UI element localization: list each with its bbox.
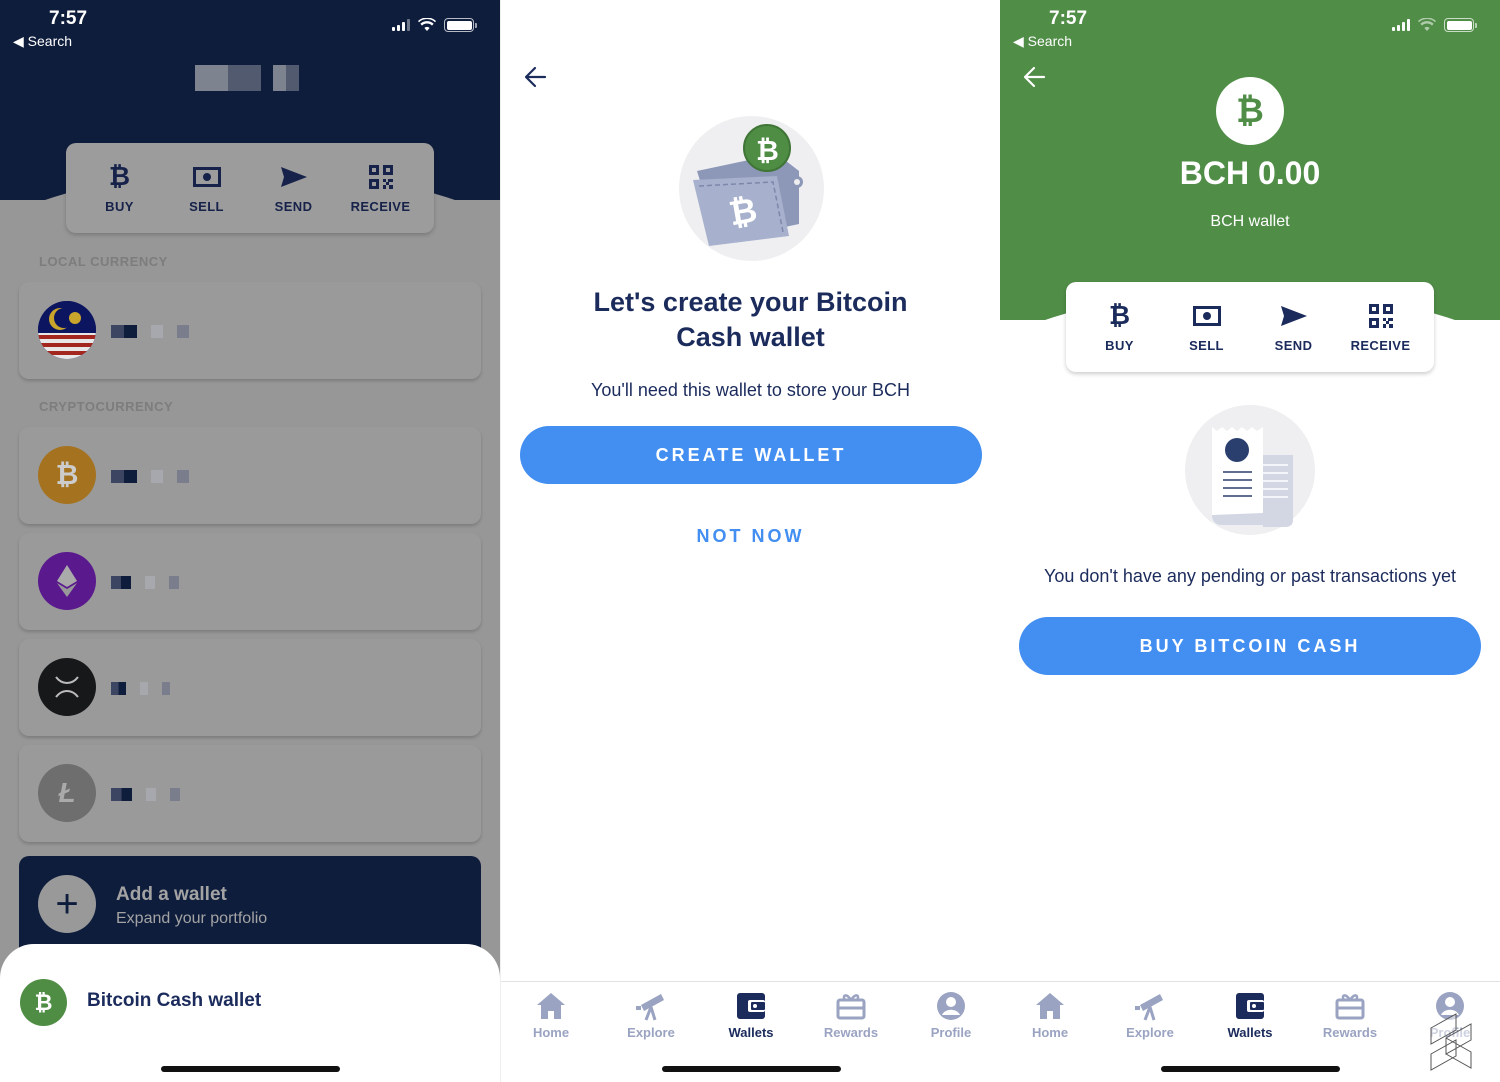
tab-wallets[interactable]: Wallets — [1200, 990, 1300, 1040]
receive-button[interactable]: RECEIVE — [341, 163, 421, 214]
svg-text:₿: ₿ — [756, 135, 779, 166]
tab-explore[interactable]: Explore — [1100, 990, 1200, 1040]
buy-button[interactable]: ₿ BUY — [1080, 300, 1160, 353]
sheet-item-bitcoin-cash[interactable]: ₿ Bitcoin Cash wallet — [0, 964, 500, 1040]
wifi-icon — [1418, 18, 1436, 31]
buy-button[interactable]: ₿ BUY — [80, 161, 160, 214]
xrp-coin-icon — [38, 658, 96, 716]
status-bar: 7:57 ◀ Search — [0, 0, 500, 56]
telescope-icon — [1134, 990, 1166, 1022]
qr-code-icon — [366, 163, 396, 191]
ethereum-coin-icon — [38, 552, 96, 610]
wallet-icon — [735, 990, 767, 1022]
wallets-screen: 7:57 ◀ Search ₿ BUY SELL SEND RECEIVE LO… — [0, 0, 500, 1082]
page-subtitle: You'll need this wallet to store your BC… — [591, 380, 910, 400]
page-title: Let's create your Bitcoin Cash wallet — [593, 287, 908, 352]
masked-total-balance — [195, 65, 299, 91]
home-indicator — [161, 1066, 340, 1072]
masked-balance — [111, 788, 180, 801]
bitcoin-cash-icon: ₿ — [20, 979, 67, 1026]
wallet-row-litecoin[interactable]: Ł — [19, 745, 481, 842]
sell-button[interactable]: SELL — [167, 163, 247, 214]
back-arrow-icon[interactable] — [523, 64, 549, 90]
malaysia-flag-icon — [38, 301, 96, 359]
receipt-illustration — [1185, 405, 1315, 535]
not-now-button[interactable]: NOT NOW — [501, 526, 1000, 547]
wallet-row-xrp[interactable] — [19, 639, 481, 736]
empty-state-message: You don't have any pending or past trans… — [1043, 566, 1457, 586]
litecoin-coin-icon: Ł — [38, 764, 96, 822]
gift-card-icon — [835, 990, 867, 1022]
masked-balance — [111, 470, 189, 483]
wallet-name: BCH wallet — [1210, 213, 1290, 230]
home-icon — [1034, 990, 1066, 1022]
create-wallet-screen: ₿ ₿ Let's create your Bitcoin Cash walle… — [500, 0, 1000, 1082]
battery-icon — [444, 18, 477, 32]
add-wallet-subtitle: Expand your portfolio — [116, 910, 268, 927]
masked-balance — [111, 576, 179, 589]
bch-wallet-screen: 7:57 ◀ Search ₿ BCH 0.00 BCH wallet ₿ BU… — [1000, 0, 1500, 1082]
back-to-search-link[interactable]: ◀ Search — [1013, 33, 1072, 50]
create-wallet-button[interactable]: CREATE WALLET — [520, 426, 982, 484]
banknote-icon — [192, 163, 222, 191]
section-label-local: LOCAL CURRENCY — [39, 254, 168, 269]
buy-bitcoin-cash-button[interactable]: BUY BITCOIN CASH — [1019, 617, 1481, 675]
sell-button[interactable]: SELL — [1167, 302, 1247, 353]
cellular-signal-icon — [392, 19, 410, 31]
banknote-icon — [1192, 302, 1222, 330]
masked-balance — [111, 682, 170, 695]
send-icon — [1279, 302, 1309, 330]
home-icon — [535, 990, 567, 1022]
plus-icon: + — [38, 875, 96, 933]
section-label-crypto: CRYPTOCURRENCY — [39, 399, 174, 414]
status-time: 7:57 — [1049, 8, 1088, 29]
send-icon — [279, 163, 309, 191]
quick-actions: ₿ BUY SELL SEND RECEIVE — [1066, 282, 1434, 372]
bitcoin-cash-icon: ₿ — [1216, 77, 1284, 145]
wallet-balance: BCH 0.00 — [1179, 155, 1321, 191]
wallet-icon — [1234, 990, 1266, 1022]
gift-card-icon — [1334, 990, 1366, 1022]
home-indicator — [662, 1066, 841, 1072]
tab-rewards[interactable]: Rewards — [801, 990, 901, 1040]
telescope-icon — [635, 990, 667, 1022]
wallet-row-local-currency[interactable] — [19, 282, 481, 379]
quick-actions: ₿ BUY SELL SEND RECEIVE — [66, 143, 434, 233]
add-wallet-sheet: ₿ Bitcoin Cash wallet — [0, 944, 500, 1082]
tab-profile[interactable]: Profile — [901, 990, 1000, 1040]
home-indicator — [1161, 1066, 1340, 1072]
bitcoin-coin-icon: ₿ — [38, 446, 96, 504]
back-arrow-icon[interactable] — [1022, 64, 1048, 90]
tab-wallets[interactable]: Wallets — [701, 990, 801, 1040]
tab-explore[interactable]: Explore — [601, 990, 701, 1040]
tab-home[interactable]: Home — [1000, 990, 1100, 1040]
bitcoin-icon: ₿ — [108, 161, 131, 191]
add-wallet-title: Add a wallet — [116, 884, 227, 905]
wallet-row-ethereum[interactable] — [19, 533, 481, 630]
bitcoin-icon: ₿ — [1108, 300, 1131, 330]
send-button[interactable]: SEND — [1254, 302, 1334, 353]
cellular-signal-icon — [1392, 19, 1410, 31]
status-time: 7:57 — [49, 8, 88, 29]
profile-icon — [1434, 990, 1466, 1022]
qr-code-icon — [1366, 302, 1396, 330]
receive-button[interactable]: RECEIVE — [1341, 302, 1421, 353]
tab-rewards[interactable]: Rewards — [1300, 990, 1400, 1040]
wifi-icon — [418, 18, 436, 31]
profile-icon — [935, 990, 967, 1022]
tab-home[interactable]: Home — [501, 990, 601, 1040]
send-button[interactable]: SEND — [254, 163, 334, 214]
status-bar: 7:57 ◀ Search — [1000, 0, 1500, 56]
wallet-row-bitcoin[interactable]: ₿ — [19, 427, 481, 524]
tab-profile[interactable]: Profile — [1400, 990, 1500, 1040]
back-to-search-link[interactable]: ◀ Search — [13, 33, 72, 50]
masked-balance — [111, 325, 189, 338]
wallet-illustration: ₿ ₿ — [679, 116, 824, 261]
battery-icon — [1444, 18, 1477, 32]
